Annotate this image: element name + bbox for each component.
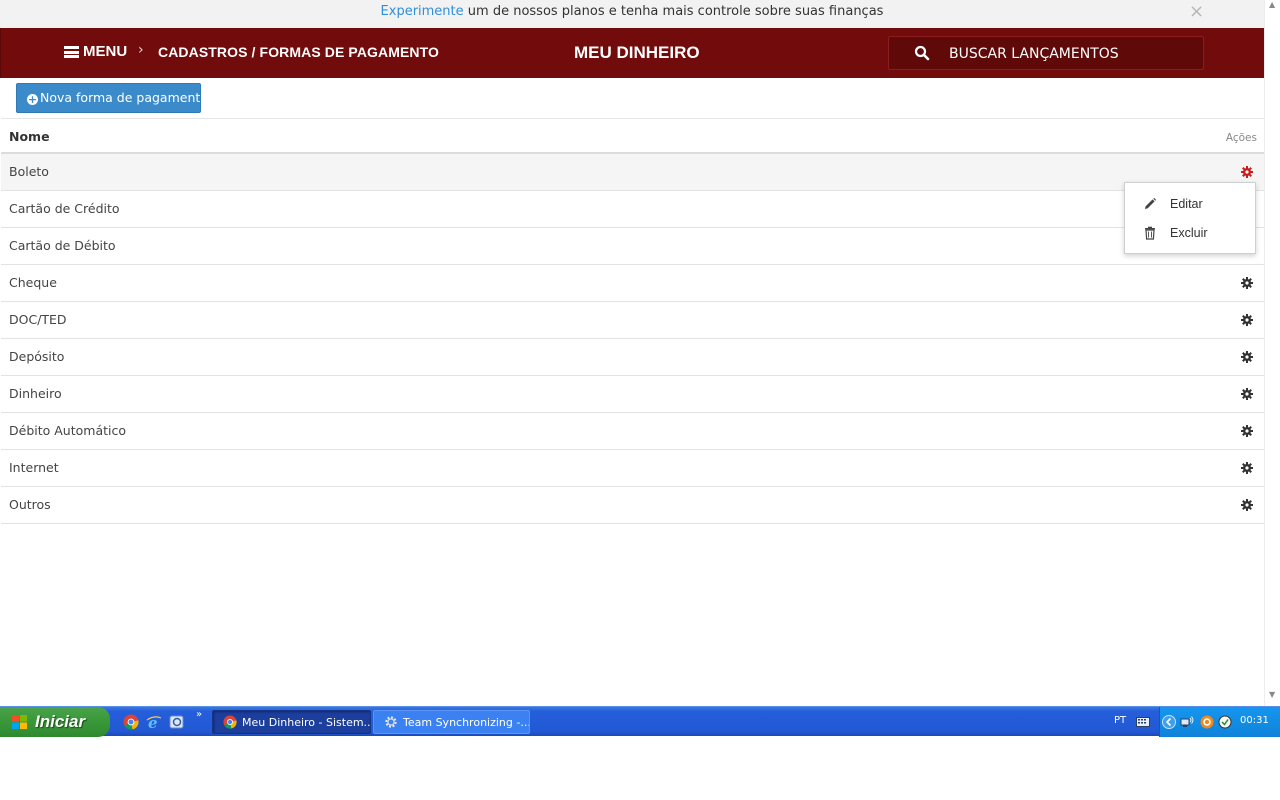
windows-logo-icon <box>12 715 27 729</box>
network-icon[interactable] <box>1180 715 1194 729</box>
column-header-actions: Ações <box>1225 132 1257 144</box>
column-header-name[interactable]: Nome <box>9 129 50 144</box>
plus-circle-icon: + <box>27 93 38 106</box>
new-payment-method-label: Nova forma de pagamento <box>40 90 208 105</box>
table-row[interactable]: Cheque <box>1 265 1264 302</box>
app-header: MENU › CADASTROS / FORMAS DE PAGAMENTO M… <box>0 28 1264 78</box>
payment-method-name: DOC/TED <box>9 312 67 327</box>
chrome-icon[interactable] <box>123 714 139 730</box>
app-title[interactable]: MEU DINHEIRO <box>574 43 700 63</box>
gear-icon[interactable] <box>1241 388 1253 400</box>
table-row[interactable]: Cartão de Débito <box>1 228 1264 265</box>
table-row[interactable]: Depósito <box>1 339 1264 376</box>
payment-method-name: Internet <box>9 460 59 475</box>
payment-method-name: Depósito <box>9 349 65 364</box>
payment-methods-table: Nome Ações Boleto Cartão de Crédito Cartão… <box>1 118 1264 524</box>
clock[interactable]: 00:31 <box>1240 715 1269 726</box>
pencil-icon <box>1145 197 1157 209</box>
taskbar-item-team-synchronizing[interactable]: Team Synchronizing -... <box>373 710 530 734</box>
chrome-icon <box>223 715 237 729</box>
new-payment-method-button[interactable]: + Nova forma de pagamento <box>16 83 208 113</box>
os-taskbar: Iniciar e » Meu Dinheiro - Sistem... Tea… <box>0 706 1280 737</box>
search-icon[interactable] <box>914 45 930 61</box>
delete-menu-item[interactable]: Excluir <box>1125 220 1255 246</box>
breadcrumb[interactable]: CADASTROS / FORMAS DE PAGAMENTO <box>158 44 439 60</box>
start-button[interactable]: Iniciar <box>0 707 110 737</box>
page-scrollbar[interactable]: ▲ ▼ <box>1264 0 1280 706</box>
gear-icon[interactable] <box>1241 499 1253 511</box>
system-tray: 00:31 <box>1159 707 1280 737</box>
gear-icon[interactable] <box>1241 166 1253 178</box>
search-input[interactable] <box>949 43 1189 65</box>
language-indicator[interactable]: PT <box>1114 715 1126 726</box>
taskbar-item-meu-dinheiro[interactable]: Meu Dinheiro - Sistem... <box>212 710 371 734</box>
table-header: Nome Ações <box>1 118 1264 154</box>
keyboard-icon[interactable] <box>1136 717 1150 727</box>
promo-text: um de nossos planos e tenha mais control… <box>463 4 884 19</box>
payment-method-name: Boleto <box>9 164 49 179</box>
delete-label: Excluir <box>1170 226 1208 240</box>
menu-button[interactable]: MENU <box>83 43 127 60</box>
start-label: Iniciar <box>35 712 86 731</box>
gear-icon[interactable] <box>1241 314 1253 326</box>
breadcrumb-separator-icon: › <box>138 42 144 58</box>
table-row[interactable]: Internet <box>1 450 1264 487</box>
gear-icon[interactable] <box>1241 425 1253 437</box>
security-shield-icon[interactable] <box>1218 715 1232 729</box>
internet-explorer-icon[interactable]: e <box>146 714 162 730</box>
edit-label: Editar <box>1170 197 1203 211</box>
table-row[interactable]: Débito Automático <box>1 413 1264 450</box>
edit-menu-item[interactable]: Editar <box>1125 191 1255 217</box>
table-row[interactable]: Outros <box>1 487 1264 524</box>
taskbar-item-label: Meu Dinheiro - Sistem... <box>242 716 371 729</box>
quicklaunch-more-icon[interactable]: » <box>196 709 202 720</box>
gear-icon[interactable] <box>1241 462 1253 474</box>
scroll-down-icon[interactable]: ▼ <box>1269 690 1275 699</box>
payment-method-name: Cartão de Débito <box>9 238 116 253</box>
trash-icon <box>1145 226 1155 240</box>
row-actions-dropdown: Editar Excluir <box>1124 182 1256 254</box>
table-row[interactable]: Dinheiro <box>1 376 1264 413</box>
gear-icon[interactable] <box>1241 277 1253 289</box>
search-box[interactable] <box>888 36 1204 70</box>
payment-method-name: Cheque <box>9 275 57 290</box>
payment-method-name: Cartão de Crédito <box>9 201 120 216</box>
table-row[interactable]: Cartão de Crédito <box>1 191 1264 228</box>
promo-close-icon[interactable]: × <box>1189 1 1204 23</box>
promo-link[interactable]: Experimente <box>381 4 464 19</box>
hamburger-icon[interactable] <box>64 46 79 58</box>
taskbar-item-label: Team Synchronizing -... <box>403 716 530 729</box>
table-row[interactable]: Boleto <box>1 154 1264 191</box>
payment-method-name: Dinheiro <box>9 386 62 401</box>
promo-banner: Experimente um de nossos planos e tenha … <box>0 0 1264 28</box>
payment-method-name: Outros <box>9 497 51 512</box>
payment-method-name: Débito Automático <box>9 423 126 438</box>
gear-icon <box>385 716 397 728</box>
desktop-app-icon[interactable] <box>169 714 185 730</box>
scroll-up-icon[interactable]: ▲ <box>1269 0 1275 9</box>
tray-collapse-icon[interactable] <box>1162 715 1176 729</box>
table-row[interactable]: DOC/TED <box>1 302 1264 339</box>
avast-icon[interactable] <box>1200 715 1214 729</box>
gear-icon[interactable] <box>1241 351 1253 363</box>
